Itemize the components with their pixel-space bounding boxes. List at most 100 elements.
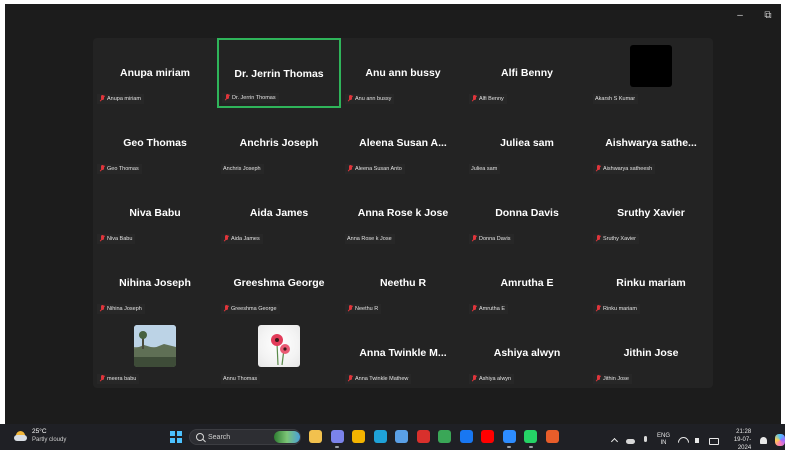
participant-label: Alfi Benny	[469, 94, 507, 104]
participant-label-text: Donna Davis	[479, 236, 511, 242]
running-indicator	[335, 446, 339, 448]
mic-muted-icon	[471, 235, 477, 243]
participant-name: Aleena Susan A...	[359, 137, 447, 149]
folder-icon[interactable]	[352, 430, 365, 443]
mic-muted-icon	[595, 235, 601, 243]
participant-label: Anu ann bussy	[345, 94, 395, 104]
meeting-window: – ⧉ Anupa miriam Anupa miriam Dr. Jerrin T…	[5, 4, 781, 424]
participant-label-text: Aleena Susan Anto	[355, 166, 402, 172]
language-code: ENG	[657, 433, 671, 439]
participant-label: Akarsh S Kumar	[593, 94, 639, 104]
participant-tile[interactable]: Amrutha E Amrutha E	[465, 248, 589, 318]
participant-tile[interactable]: Alfi Benny Alfi Benny	[465, 38, 589, 108]
language-indicator[interactable]: ENG IN	[657, 433, 670, 447]
participant-tile[interactable]: Neethu R Neethu R	[341, 248, 465, 318]
mic-muted-icon	[99, 235, 105, 243]
zoom-icon[interactable]	[502, 430, 516, 443]
mic-muted-icon	[99, 95, 105, 103]
participant-video-thumbnail	[630, 45, 672, 87]
participant-tile[interactable]: Geo Thomas Geo Thomas	[93, 108, 217, 178]
participant-label: Anna Twinkle Mathew	[345, 374, 412, 384]
participant-tile[interactable]: Nihina Joseph Nihina Joseph	[93, 248, 217, 318]
youtube-icon[interactable]	[481, 430, 494, 443]
participant-tile[interactable]: Greeshma George Greeshma George	[217, 248, 341, 318]
participant-tile[interactable]: Rinku mariam Rinku mariam	[589, 248, 713, 318]
mic-muted-icon	[595, 165, 601, 173]
mic-muted-icon	[471, 305, 477, 313]
browser-icon[interactable]	[545, 430, 559, 443]
mcafee-icon[interactable]	[416, 430, 430, 443]
participant-video-thumbnail	[258, 325, 300, 367]
clock[interactable]: 21:28 19-07-2024	[725, 428, 751, 450]
participant-label-text: Annu Thomas	[223, 376, 258, 382]
participant-label-text: Juliea sam	[471, 166, 498, 172]
participant-tile[interactable]: Jithin Jose Jithin Jose	[589, 318, 713, 388]
participant-label: Aleena Susan Anto	[345, 164, 405, 174]
notifications-icon[interactable]	[759, 436, 767, 445]
start-button[interactable]	[170, 431, 182, 443]
participant-tile[interactable]: Dr. Jerrin Thomas Dr. Jerrin Thomas	[217, 38, 341, 108]
participant-label-text: Anchris Joseph	[223, 166, 261, 172]
participant-tile[interactable]: Anna Twinkle M... Anna Twinkle Mathew	[341, 318, 465, 388]
mic-muted-icon	[347, 375, 353, 383]
participant-tile[interactable]: Anu ann bussy Anu ann bussy	[341, 38, 465, 108]
participant-tile[interactable]: Aida James Aida James	[217, 178, 341, 248]
clock-date: 19-07-2024	[733, 437, 752, 450]
participant-name: Greeshma George	[233, 277, 325, 289]
participant-tile[interactable]: Ashiya alwyn Ashiya alwyn	[465, 318, 589, 388]
onedrive-icon[interactable]	[625, 436, 635, 445]
partly-cloudy-icon	[14, 429, 28, 443]
participant-label-text: Anna Rose k Jose	[347, 236, 392, 242]
participant-label-text: Greeshma George	[231, 306, 277, 312]
participant-name: Amrutha E	[500, 277, 554, 289]
mic-muted-icon	[347, 305, 353, 313]
participant-label: Anchris Joseph	[221, 164, 264, 174]
participant-tile[interactable]: Anchris Joseph Anchris Joseph	[217, 108, 341, 178]
weather-temp: 25°C	[32, 428, 47, 435]
copilot-icon[interactable]	[774, 434, 785, 446]
volume-icon[interactable]	[694, 436, 702, 445]
maximize-button[interactable]: ⧉	[761, 10, 775, 22]
participant-tile[interactable]: Juliea sam Juliea sam	[465, 108, 589, 178]
participant-name: Aida James	[249, 207, 309, 219]
participant-tile[interactable]: Sruthy Xavier Sruthy Xavier	[589, 178, 713, 248]
participant-tile[interactable]: meera babu	[93, 318, 217, 388]
battery-icon[interactable]	[709, 436, 719, 445]
taskbar-search[interactable]: Search	[189, 429, 301, 445]
participant-tile[interactable]: Anna Rose k Jose Anna Rose k Jose	[341, 178, 465, 248]
participant-name: Anna Rose k Jose	[357, 207, 449, 219]
weather-widget[interactable]: 25°C Partly cloudy	[14, 428, 66, 444]
whatsapp-icon[interactable]	[524, 430, 537, 443]
participant-name: Anna Twinkle M...	[359, 347, 447, 359]
edge-icon[interactable]	[373, 430, 387, 443]
participant-label-text: Akarsh S Kumar	[595, 96, 636, 102]
participant-tile[interactable]: Anupa miriam Anupa miriam	[93, 38, 217, 108]
participant-tile[interactable]: Aleena Susan A... Aleena Susan Anto	[341, 108, 465, 178]
facebook-icon[interactable]	[459, 430, 473, 443]
wifi-icon[interactable]	[678, 436, 686, 445]
participant-label: Dr. Jerrin Thomas	[222, 93, 279, 103]
microphone-icon[interactable]	[641, 435, 649, 445]
participant-tile[interactable]: Annu Thomas	[217, 318, 341, 388]
running-indicator	[528, 446, 533, 448]
search-highlight-icon	[274, 431, 300, 443]
participant-label: Sruthy Xavier	[593, 234, 640, 244]
participant-name: Anu ann bussy	[365, 67, 441, 79]
chrome-icon[interactable]	[438, 430, 451, 443]
mic-muted-icon	[471, 375, 477, 383]
store-icon[interactable]	[395, 430, 408, 443]
participant-label-text: Aida James	[231, 236, 260, 242]
participant-tile[interactable]: Aishwarya sathe... Aishwarya satheesh	[589, 108, 713, 178]
taskbar: 25°C Partly cloudy Search ENG IN 21:28 1…	[0, 424, 785, 450]
participant-tile[interactable]: Akarsh S Kumar	[589, 38, 713, 108]
minimize-button[interactable]: –	[733, 10, 747, 22]
participant-tile[interactable]: Niva Babu Niva Babu	[93, 178, 217, 248]
region-code: IN	[660, 440, 667, 446]
participant-name: Rinku mariam	[616, 277, 686, 289]
participant-name: Dr. Jerrin Thomas	[234, 68, 324, 80]
file-explorer-icon[interactable]	[309, 430, 322, 443]
teams-icon[interactable]	[330, 430, 344, 443]
show-hidden-icons-icon[interactable]	[610, 436, 618, 445]
participant-tile[interactable]: Donna Davis Donna Davis	[465, 178, 589, 248]
participant-label-text: Amrutha E	[479, 306, 505, 312]
